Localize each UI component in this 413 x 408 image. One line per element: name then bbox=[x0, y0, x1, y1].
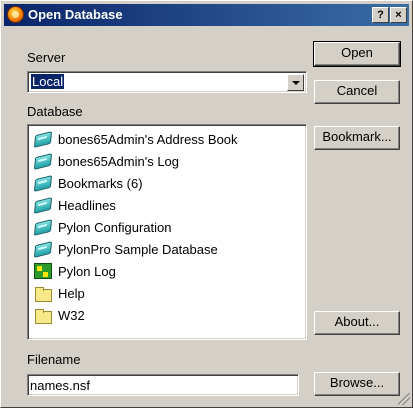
database-icon bbox=[34, 153, 52, 169]
open-database-dialog: Open Database ? × Server Local Database … bbox=[0, 0, 413, 408]
list-item[interactable]: W32 bbox=[34, 305, 85, 325]
list-item[interactable]: Pylon Configuration bbox=[34, 217, 171, 237]
browse-button[interactable]: Browse... bbox=[314, 372, 400, 396]
list-item-label: Help bbox=[58, 285, 85, 301]
list-item[interactable]: Headlines bbox=[34, 195, 116, 215]
list-item-label: bones65Admin's Address Book bbox=[58, 131, 238, 147]
about-button[interactable]: About... bbox=[314, 311, 400, 335]
folder-icon bbox=[34, 307, 52, 324]
open-button[interactable]: Open bbox=[313, 41, 401, 67]
cancel-button[interactable]: Cancel bbox=[314, 80, 400, 104]
window-title: Open Database bbox=[28, 7, 123, 22]
database-icon bbox=[34, 219, 52, 235]
list-item-label: Headlines bbox=[58, 197, 116, 213]
notes-app-icon bbox=[7, 6, 24, 23]
database-list[interactable]: bones65Admin's Address Book bones65Admin… bbox=[27, 124, 307, 340]
log-database-icon bbox=[34, 263, 52, 279]
list-item[interactable]: PylonPro Sample Database bbox=[34, 239, 218, 259]
dropdown-arrow-icon[interactable] bbox=[287, 74, 304, 91]
bookmark-button[interactable]: Bookmark... bbox=[314, 126, 400, 150]
filename-input[interactable] bbox=[30, 377, 294, 393]
list-item-label: Pylon Log bbox=[58, 263, 116, 279]
server-label: Server bbox=[27, 50, 66, 65]
help-button[interactable]: ? bbox=[372, 7, 389, 23]
database-icon bbox=[34, 175, 52, 191]
database-icon bbox=[34, 131, 52, 147]
list-item-label: W32 bbox=[58, 307, 85, 323]
list-item[interactable]: bones65Admin's Log bbox=[34, 151, 179, 171]
close-button[interactable]: × bbox=[390, 7, 407, 23]
list-item-label: Pylon Configuration bbox=[58, 219, 172, 235]
filename-label: Filename bbox=[27, 352, 81, 367]
resize-grip[interactable] bbox=[398, 393, 410, 405]
database-label: Database bbox=[27, 104, 83, 119]
list-item-label: bones65Admin's Log bbox=[58, 153, 180, 169]
folder-icon bbox=[34, 285, 52, 302]
list-item[interactable]: Bookmarks (6) bbox=[34, 173, 143, 193]
filename-field[interactable] bbox=[27, 374, 299, 396]
database-icon bbox=[34, 241, 52, 257]
list-item-label: Bookmarks (6) bbox=[58, 175, 143, 191]
list-item-label: PylonPro Sample Database bbox=[58, 241, 218, 257]
server-combobox[interactable]: Local bbox=[27, 71, 307, 93]
title-bar[interactable]: Open Database ? × bbox=[4, 4, 409, 26]
list-item[interactable]: bones65Admin's Address Book bbox=[34, 129, 238, 149]
server-value: Local bbox=[31, 74, 65, 89]
list-item[interactable]: Help bbox=[34, 283, 85, 303]
list-item[interactable]: Pylon Log bbox=[34, 261, 116, 281]
database-icon bbox=[34, 197, 52, 213]
